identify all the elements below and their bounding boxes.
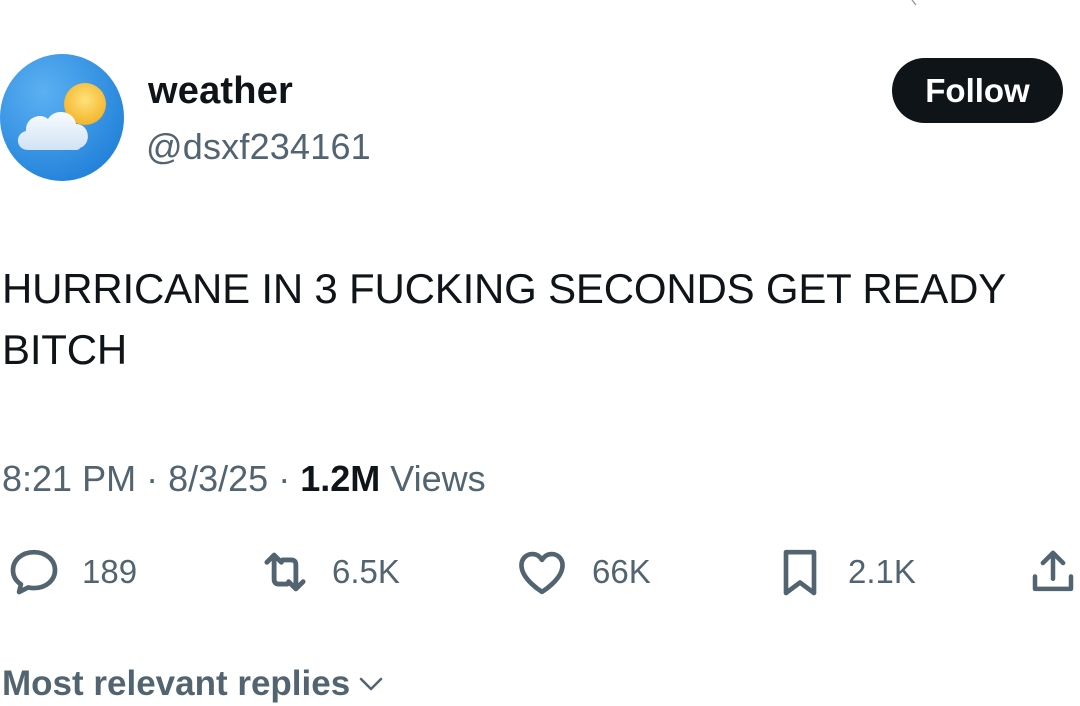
like-button[interactable]: 66K: [514, 540, 651, 604]
views-label: Views: [390, 458, 486, 499]
share-icon: [1032, 550, 1074, 592]
repost-button[interactable]: 6.5K: [256, 540, 400, 604]
replies-sort-dropdown[interactable]: Most relevant replies: [2, 662, 384, 706]
reply-count: 189: [82, 553, 138, 590]
reply-icon: [10, 549, 58, 595]
bookmark-button[interactable]: 2.1K: [772, 540, 916, 604]
replies-sort-label: Most relevant replies: [2, 664, 351, 703]
repost-icon: [264, 552, 306, 592]
avatar[interactable]: [0, 54, 124, 181]
sun-cloud-icon: [0, 54, 124, 181]
follow-button[interactable]: Follow: [892, 58, 1063, 123]
author-handle[interactable]: @dsxf234161: [146, 124, 371, 170]
tweet-date[interactable]: 8/3/25: [168, 458, 268, 499]
meta-separator: ·: [278, 458, 291, 499]
tweet-text: HURRICANE IN 3 FUCKING SECONDS GET READY…: [2, 265, 1006, 373]
meta-separator: ·: [146, 458, 159, 499]
tweet-page: weather @dsxf234161 Follow HURRICANE IN …: [0, 0, 1080, 706]
crop-artifact-mark: [911, 0, 917, 6]
reply-button[interactable]: 189: [6, 540, 137, 604]
bookmark-count: 2.1K: [848, 553, 916, 590]
action-bar: 189 6.5K 66K 2.1K: [0, 540, 1080, 604]
share-button[interactable]: [1026, 540, 1080, 604]
chevron-down-icon: [359, 677, 383, 691]
tweet-time[interactable]: 8:21 PM: [2, 458, 136, 499]
bookmark-icon: [783, 549, 817, 596]
tweet-meta: 8:21 PM · 8/3/25 · 1.2M Views: [2, 455, 486, 503]
heart-icon: [519, 551, 565, 595]
views-count: 1.2M: [300, 458, 381, 499]
repost-count: 6.5K: [332, 553, 400, 590]
like-count: 66K: [592, 553, 651, 590]
author-display-name[interactable]: weather: [148, 66, 293, 116]
